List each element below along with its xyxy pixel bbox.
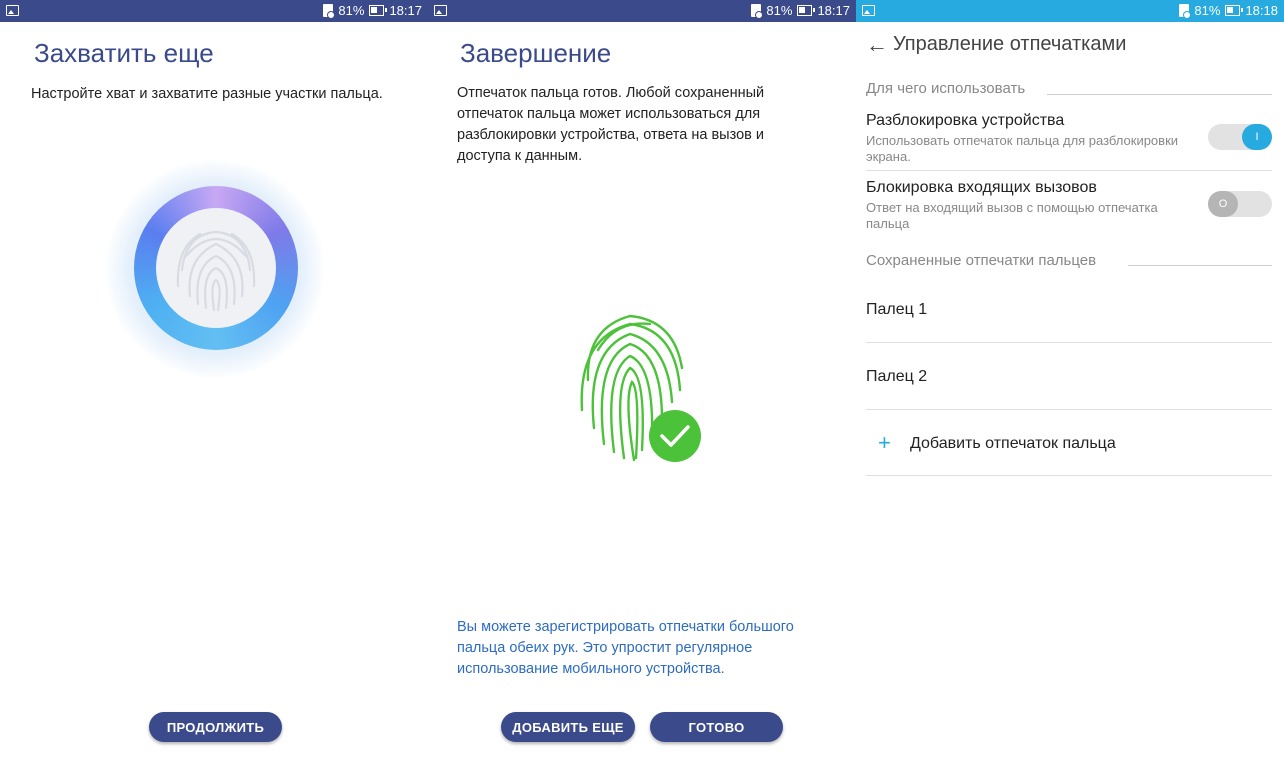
fingerprint-sensor-graphic: [106, 160, 324, 378]
app-bar: ← Управление отпечатками: [856, 22, 1284, 68]
divider: [866, 170, 1272, 171]
gallery-icon: [434, 5, 447, 16]
gallery-icon: [862, 5, 875, 16]
status-bar: 81% 18:18: [856, 0, 1284, 22]
clock: 18:17: [817, 3, 850, 18]
toggle-knob: O: [1208, 191, 1238, 217]
screens: 81% 18:17 Захватить еще Настройте хват и…: [0, 0, 1284, 763]
unlock-toggle[interactable]: I: [1208, 124, 1272, 150]
continue-button[interactable]: ПРОДОЛЖИТЬ: [149, 712, 282, 742]
section-header-saved: Сохраненные отпечатки пальцев: [866, 252, 1097, 269]
screen-fingerprint-management: 81% 18:18 ← Управление отпечатками Для ч…: [856, 0, 1284, 763]
battery-percent: 81%: [1194, 3, 1221, 18]
add-fingerprint-label: Добавить отпечаток пальца: [910, 435, 1116, 452]
status-bar: 81% 18:17: [428, 0, 856, 22]
page-title: Управление отпечатками: [893, 33, 1127, 55]
pref-subtitle: Ответ на входящий вызов с помощью отпеча…: [866, 200, 1158, 231]
divider: [866, 475, 1272, 476]
sim-icon: [323, 4, 336, 19]
battery-percent: 81%: [338, 3, 365, 18]
page-title: Захватить еще: [34, 38, 214, 68]
instruction-text: Настройте хват и захватите разные участк…: [31, 86, 383, 102]
progress-ring: [134, 186, 298, 350]
pref-title: Блокировка входящих вызовов: [866, 179, 1097, 196]
clock: 18:17: [389, 3, 422, 18]
screen-completion: 81% 18:17 Завершение Отпечаток пальца го…: [428, 0, 856, 763]
sim-icon: [1179, 4, 1192, 19]
divider: [866, 342, 1272, 343]
section-header-usage: Для чего использовать: [866, 80, 1026, 97]
screen-capture-more: 81% 18:17 Захватить еще Настройте хват и…: [0, 0, 428, 763]
list-item-finger-2[interactable]: Палец 2: [866, 368, 927, 386]
status-bar: 81% 18:17: [0, 0, 428, 22]
battery-icon: [1225, 5, 1244, 16]
call-toggle[interactable]: O: [1208, 191, 1272, 217]
fingerprint-icon: [156, 208, 276, 328]
divider: [866, 409, 1272, 410]
add-more-button[interactable]: ДОБАВИТЬ ЕЩЕ: [501, 712, 635, 742]
gallery-icon: [6, 5, 19, 16]
pref-title: Разблокировка устройства: [866, 112, 1065, 129]
toggle-knob: I: [1242, 124, 1272, 150]
done-button[interactable]: ГОТОВО: [650, 712, 783, 742]
completion-text: Отпечаток пальца готов. Любой сохраненны…: [457, 85, 765, 164]
sim-icon: [751, 4, 764, 19]
battery-icon: [369, 5, 388, 16]
back-arrow-icon[interactable]: ←: [866, 32, 888, 58]
page-title: Завершение: [460, 38, 612, 68]
list-item-finger-1[interactable]: Палец 1: [866, 301, 927, 319]
plus-icon: +: [878, 430, 891, 455]
clock: 18:18: [1245, 3, 1278, 18]
battery-percent: 81%: [766, 3, 793, 18]
pref-subtitle: Использовать отпечаток пальца для разбло…: [866, 133, 1179, 164]
divider: [1128, 265, 1272, 266]
battery-icon: [797, 5, 816, 16]
tip-text: Вы можете зарегистрировать отпечатки бол…: [457, 619, 794, 677]
divider: [1047, 94, 1272, 95]
fingerprint-success-icon: [580, 314, 701, 462]
